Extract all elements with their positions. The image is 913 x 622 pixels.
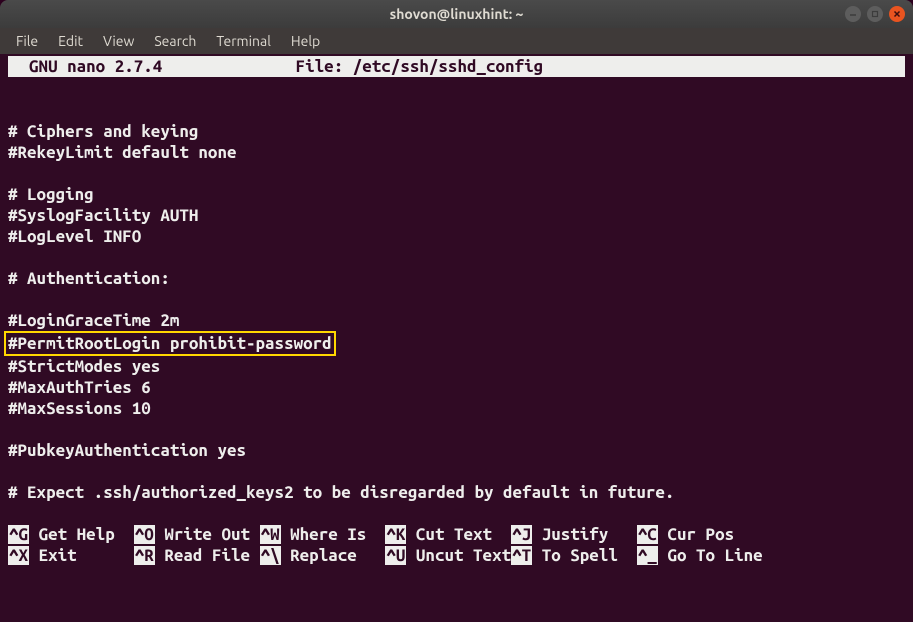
shortcut-go-to-line-key: ^_: [637, 546, 658, 565]
shortcut-read-file-label: Read File: [155, 546, 260, 565]
file-line: # Logging: [8, 184, 905, 205]
minimize-button[interactable]: [845, 6, 861, 22]
shortcut-get-help-label: Get Help: [29, 525, 134, 544]
file-line: # Ciphers and keying: [8, 121, 905, 142]
maximize-button[interactable]: [867, 6, 883, 22]
nano-file-path: File: /etc/ssh/sshd_config: [296, 57, 544, 76]
menu-file[interactable]: File: [6, 30, 48, 52]
titlebar: shovon@linuxhint: ~: [0, 0, 913, 28]
file-line: [8, 247, 905, 268]
maximize-icon: [871, 10, 879, 18]
shortcut-uncut-text-label: Uncut Text: [406, 546, 511, 565]
file-line-highlighted: #PermitRootLogin prohibit-password: [8, 331, 905, 356]
shortcut-replace-key: ^\: [260, 546, 281, 565]
file-line: #LogLevel INFO: [8, 226, 905, 247]
nano-header-bar: GNU nano 2.7.4 File: /etc/ssh/sshd_confi…: [8, 56, 905, 77]
nano-app-name: GNU nano 2.7.4: [10, 57, 162, 76]
menu-help[interactable]: Help: [281, 30, 330, 52]
shortcut-uncut-text-key: ^U: [385, 546, 406, 565]
terminal-content[interactable]: GNU nano 2.7.4 File: /etc/ssh/sshd_confi…: [0, 54, 913, 622]
shortcut-replace-label: Replace: [281, 546, 386, 565]
file-line: #MaxAuthTries 6: [8, 377, 905, 398]
shortcut-write-out-label: Write Out: [155, 525, 260, 544]
shortcut-cur-pos-label: Cur Pos: [658, 525, 734, 544]
file-line: [8, 289, 905, 310]
menu-search[interactable]: Search: [144, 30, 206, 52]
shortcut-cur-pos-key: ^C: [637, 525, 658, 544]
menubar: File Edit View Search Terminal Help: [0, 28, 913, 54]
terminal-window: shovon@linuxhint: ~ File Edit View Searc…: [0, 0, 913, 622]
close-icon: [893, 10, 901, 18]
shortcut-to-spell-key: ^T: [511, 546, 532, 565]
shortcut-exit-label: Exit: [29, 546, 134, 565]
shortcut-cut-text-label: Cut Text: [406, 525, 511, 544]
file-line: [8, 419, 905, 440]
file-line: #LoginGraceTime 2m: [8, 310, 905, 331]
shortcut-get-help-key: ^G: [8, 525, 29, 544]
window-title: shovon@linuxhint: ~: [390, 6, 524, 22]
shortcut-write-out-key: ^O: [134, 525, 155, 544]
shortcut-where-is-label: Where Is: [281, 525, 386, 544]
file-line: [8, 79, 905, 100]
file-line: [8, 503, 905, 524]
shortcut-where-is-key: ^W: [260, 525, 281, 544]
shortcut-justify-key: ^J: [511, 525, 532, 544]
file-line: #RekeyLimit default none: [8, 142, 905, 163]
shortcut-cut-text-key: ^K: [385, 525, 406, 544]
menu-view[interactable]: View: [93, 30, 144, 52]
file-line: #SyslogFacility AUTH: [8, 205, 905, 226]
shortcut-read-file-key: ^R: [134, 546, 155, 565]
nano-shortcuts-row-1: ^G Get Help ^O Write Out ^W Where Is ^K …: [8, 524, 905, 545]
file-line: [8, 461, 905, 482]
file-line: [8, 100, 905, 121]
file-line: # Expect .ssh/authorized_keys2 to be dis…: [8, 482, 905, 503]
shortcut-exit-key: ^X: [8, 546, 29, 565]
file-line: #PubkeyAuthentication yes: [8, 440, 905, 461]
file-line: #StrictModes yes: [8, 356, 905, 377]
menu-edit[interactable]: Edit: [48, 30, 93, 52]
shortcut-justify-label: Justify: [532, 525, 637, 544]
minimize-icon: [849, 10, 857, 18]
shortcut-go-to-line-label: Go To Line: [658, 546, 763, 565]
window-controls: [845, 6, 905, 22]
file-line: #MaxSessions 10: [8, 398, 905, 419]
highlight-annotation: #PermitRootLogin prohibit-password: [4, 331, 336, 356]
file-line: [8, 163, 905, 184]
nano-shortcuts-row-2: ^X Exit ^R Read File ^\ Replace ^U Uncut…: [8, 545, 905, 566]
file-line: # Authentication:: [8, 268, 905, 289]
shortcut-to-spell-label: To Spell: [532, 546, 637, 565]
close-button[interactable]: [889, 6, 905, 22]
menu-terminal[interactable]: Terminal: [206, 30, 281, 52]
